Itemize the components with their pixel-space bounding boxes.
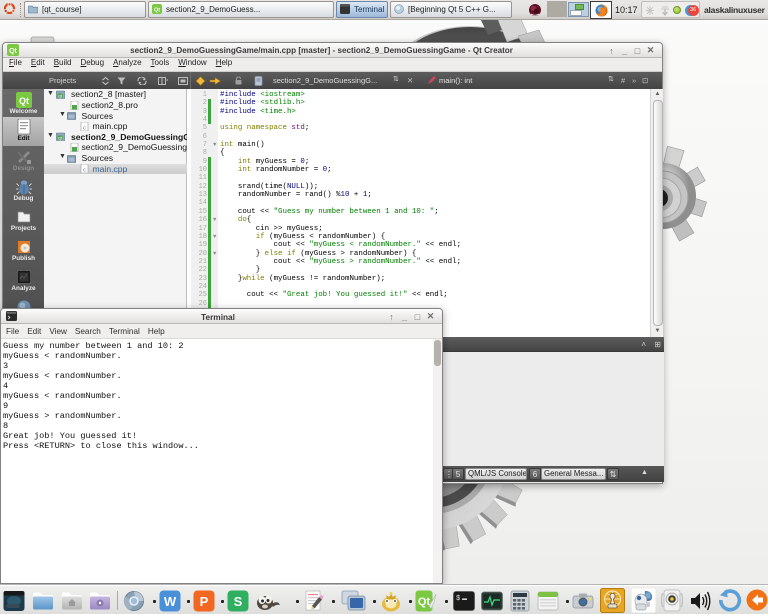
svg-text:W: W [164, 594, 177, 609]
svg-text:Qt: Qt [154, 8, 160, 14]
svg-text:Qt: Qt [418, 596, 431, 608]
svg-text:c: c [83, 125, 86, 131]
svg-text:S: S [234, 594, 243, 609]
svg-text:$: $ [456, 595, 460, 603]
svg-text:Qt: Qt [19, 96, 29, 106]
svg-text:c: c [83, 168, 86, 174]
svg-text:P: P [200, 594, 209, 609]
